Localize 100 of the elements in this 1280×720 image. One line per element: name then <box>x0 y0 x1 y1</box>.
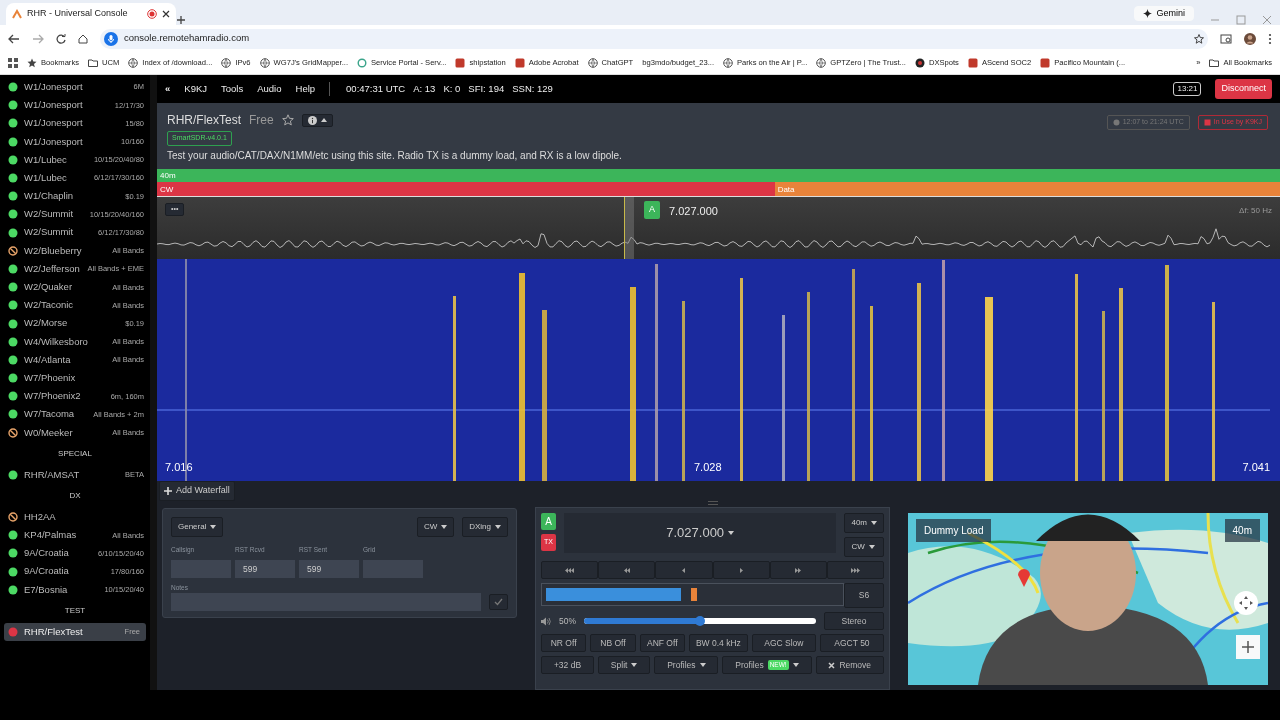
action-button[interactable]: Remove <box>815 656 884 674</box>
menu-item[interactable]: Help <box>295 81 316 97</box>
tier-label: Free <box>249 112 274 129</box>
status-dot-icon <box>8 118 18 129</box>
mode-dropdown[interactable]: CW <box>844 537 884 557</box>
blocked-icon <box>8 427 18 438</box>
address-bar[interactable]: console.remotehamradio.com <box>100 28 1208 49</box>
globe-icon <box>259 58 270 68</box>
blocked-icon <box>8 245 18 256</box>
status-dot-icon <box>8 263 18 274</box>
save-button[interactable] <box>489 593 508 610</box>
volume-reading: 50% <box>559 614 576 628</box>
dot-icon <box>914 58 925 68</box>
stop-icon <box>1203 118 1211 126</box>
dsp-button[interactable]: AGCT 50 <box>819 634 884 652</box>
caret-icon <box>495 525 501 529</box>
frequency-label: 7.028 <box>694 459 722 475</box>
globe-icon <box>816 58 827 68</box>
status-dot-icon <box>8 626 18 637</box>
favicon-icon <box>12 9 22 19</box>
check-icon <box>494 597 503 606</box>
status-dot-icon <box>8 530 18 541</box>
volume-icon <box>541 616 551 626</box>
menu-item[interactable]: K9KJ <box>184 81 207 97</box>
menu-item[interactable]: Tools <box>221 81 244 97</box>
mode-segment: Data <box>774 182 1280 196</box>
status-dot-icon <box>8 173 18 184</box>
zoom-in-button[interactable] <box>1236 635 1260 659</box>
new-tab-icon[interactable] <box>176 15 186 25</box>
info-dropdown-button[interactable] <box>301 113 333 127</box>
slice-frequency: 7.027.000 <box>669 204 718 219</box>
caret-icon <box>699 663 706 667</box>
input-field[interactable]: 599 <box>299 559 359 578</box>
square-icon <box>455 58 466 68</box>
globe-icon <box>221 58 232 68</box>
recenter-icon[interactable] <box>1234 591 1258 615</box>
action-button[interactable]: Profiles <box>654 656 719 674</box>
status-dot-icon <box>8 282 18 293</box>
collapse-button[interactable]: « <box>165 81 171 97</box>
scrollbar-track[interactable] <box>150 75 157 690</box>
globe-icon <box>587 58 598 68</box>
star-icon <box>27 58 37 68</box>
mode-dropdown[interactable]: CW <box>416 517 455 537</box>
station-item[interactable]: W7/Phoenix <box>0 369 150 388</box>
profile-icon[interactable] <box>1244 32 1256 45</box>
apps-icon[interactable] <box>8 58 18 68</box>
reload-icon[interactable] <box>56 33 66 44</box>
star-icon[interactable] <box>1194 33 1204 44</box>
status-dot-icon <box>8 409 18 420</box>
frequency-display[interactable]: 7.027.000 <box>563 513 837 553</box>
caret-icon <box>868 545 875 549</box>
menu-icon[interactable] <box>1268 32 1272 45</box>
info-icon <box>307 115 317 125</box>
disconnect-button[interactable]: Disconnect <box>1215 79 1272 99</box>
action-button[interactable]: +32 dB <box>541 656 594 674</box>
tune-button[interactable] <box>541 561 599 579</box>
slider-thumb[interactable] <box>695 616 705 626</box>
add-waterfall-button[interactable]: Add Waterfall <box>159 481 235 501</box>
dsp-button[interactable]: AGC Slow <box>751 634 816 652</box>
stereo-button[interactable]: Stereo <box>824 612 884 630</box>
dsp-button[interactable]: BW 0.4 kHz <box>688 634 748 652</box>
back-icon[interactable] <box>8 33 20 44</box>
dsp-button[interactable]: NB Off <box>590 634 636 652</box>
input-field[interactable]: 599 <box>235 559 295 578</box>
tune-button[interactable] <box>826 561 885 579</box>
forward-icon[interactable] <box>32 33 44 44</box>
category-dropdown[interactable]: General <box>171 517 224 537</box>
clock-icon <box>1112 118 1120 126</box>
type-dropdown[interactable]: DXing <box>462 517 508 537</box>
status-dot-icon <box>8 469 18 480</box>
status-dot-icon <box>8 154 18 165</box>
gemini-button[interactable]: Gemini <box>1134 5 1194 21</box>
section-heading: TEST <box>63 604 87 617</box>
status-dot-icon <box>8 391 18 402</box>
caret-icon <box>320 118 327 122</box>
caret-icon <box>871 521 877 525</box>
menu-item[interactable]: Audio <box>257 81 282 97</box>
close-icon[interactable] <box>162 10 170 18</box>
globe-icon <box>723 58 734 68</box>
plus-icon <box>1242 641 1254 653</box>
caret-icon <box>728 531 735 535</box>
plus-icon <box>164 486 172 495</box>
section-heading: DX <box>68 489 82 502</box>
resize-grip-icon[interactable] <box>708 501 718 505</box>
dsp-button[interactable]: ANF Off <box>639 634 685 652</box>
microphone-icon <box>104 31 118 46</box>
favorite-star-icon[interactable] <box>281 114 294 126</box>
blocked-icon <box>8 512 18 523</box>
browser-tab[interactable]: RHR - Universal Console <box>6 3 176 25</box>
dsp-button[interactable]: NR Off <box>541 634 587 652</box>
home-icon[interactable] <box>78 33 88 44</box>
lens-icon[interactable] <box>1220 33 1232 44</box>
action-button[interactable]: Split <box>597 656 651 674</box>
step-label: Δf: 50 Hz <box>1239 205 1272 217</box>
volume-slider[interactable] <box>584 618 816 624</box>
status-text: SFI: 194 <box>468 81 505 96</box>
station-item[interactable]: HH2AA <box>0 507 150 527</box>
tuning-cursor[interactable] <box>624 197 634 259</box>
caret-icon <box>210 525 217 529</box>
band-dropdown[interactable]: 40m <box>844 513 884 533</box>
